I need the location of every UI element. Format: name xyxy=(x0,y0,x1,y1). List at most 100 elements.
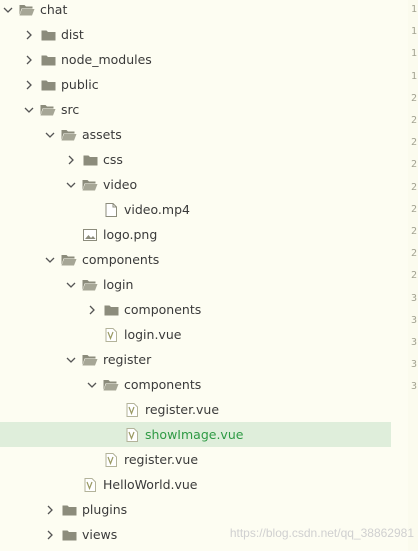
tree-item-label: register.vue xyxy=(124,452,199,467)
tree-item-register-components-register-vue[interactable]: register.vue xyxy=(0,397,391,422)
line-number: 1 xyxy=(411,26,418,38)
chevron-right-icon[interactable] xyxy=(45,505,55,515)
tree-item-showimage-vue[interactable]: showImage.vue xyxy=(0,422,391,447)
vue-file-icon xyxy=(124,427,140,442)
folder-icon xyxy=(103,303,119,317)
line-number: 1 xyxy=(411,4,418,15)
tree-item-label: video.mp4 xyxy=(124,202,190,217)
folder-open-icon xyxy=(82,353,98,367)
tree-item-components[interactable]: components xyxy=(0,247,391,272)
arrow-spacer xyxy=(66,480,76,490)
tree-item-register[interactable]: register xyxy=(0,347,391,372)
chevron-down-icon[interactable] xyxy=(87,380,97,390)
project-tree-panel: chat dist node_modulespublic src assets css vi… xyxy=(0,0,409,551)
tree-item-label: components xyxy=(82,252,160,267)
tree-item-label: src xyxy=(61,102,80,117)
vue-file-icon xyxy=(82,477,98,492)
tree-item-node-modules[interactable]: node_modules xyxy=(0,47,391,72)
file-icon xyxy=(103,202,119,217)
arrow-spacer xyxy=(108,430,118,440)
tree-item-register-vue[interactable]: register.vue xyxy=(0,447,391,472)
folder-icon xyxy=(40,78,56,92)
folder-icon xyxy=(61,503,77,517)
tree-item-label: logo.png xyxy=(103,227,158,242)
line-number: 1 xyxy=(411,70,418,82)
arrow-spacer xyxy=(87,205,97,215)
line-number: 3 xyxy=(411,292,418,304)
folder-icon xyxy=(61,528,77,542)
chevron-right-icon[interactable] xyxy=(24,30,34,40)
line-number: 2 xyxy=(411,270,418,282)
chevron-down-icon[interactable] xyxy=(45,255,55,265)
chevron-down-icon[interactable] xyxy=(66,355,76,365)
line-number: 3 xyxy=(411,381,418,393)
tree-item-label: components xyxy=(124,377,202,392)
tree-item-dist[interactable]: dist xyxy=(0,22,391,47)
image-file-icon xyxy=(82,228,98,242)
folder-open-icon xyxy=(61,253,77,267)
line-number: 2 xyxy=(411,248,418,260)
tree-item-label: public xyxy=(61,77,99,92)
chevron-right-icon[interactable] xyxy=(24,80,34,90)
tree-item-label: HelloWorld.vue xyxy=(103,477,198,492)
folder-open-icon xyxy=(82,178,98,192)
tree-item-label: video xyxy=(103,177,138,192)
line-number: 2 xyxy=(411,226,418,237)
line-number: 2 xyxy=(411,115,418,126)
chevron-right-icon[interactable] xyxy=(66,155,76,165)
folder-open-icon xyxy=(40,103,56,117)
tree-item-plugins[interactable]: plugins xyxy=(0,497,391,522)
folder-open-icon xyxy=(61,128,77,142)
folder-icon xyxy=(40,53,56,67)
tree-item-label: showImage.vue xyxy=(145,427,244,442)
tree-item-login-components[interactable]: components xyxy=(0,297,391,322)
tree-item-public[interactable]: public xyxy=(0,72,391,97)
tree-item-label: login.vue xyxy=(124,327,182,342)
tree-item-logo-png[interactable]: logo.png xyxy=(0,222,391,247)
tree-item-label: views xyxy=(82,527,118,542)
tree-item-chat[interactable]: chat xyxy=(0,0,391,22)
tree-item-label: register xyxy=(103,352,152,367)
tree-item-assets[interactable]: assets xyxy=(0,122,391,147)
tree-item-css[interactable]: css xyxy=(0,147,391,172)
arrow-spacer xyxy=(66,230,76,240)
tree-item-label: assets xyxy=(82,127,122,142)
tree-item-register-components[interactable]: components xyxy=(0,372,391,397)
tree-item-video-mp4[interactable]: video.mp4 xyxy=(0,197,391,222)
chevron-right-icon[interactable] xyxy=(45,530,55,540)
chevron-down-icon[interactable] xyxy=(24,105,34,115)
tree-item-login-vue[interactable]: login.vue xyxy=(0,322,391,347)
tree-item-video[interactable]: video xyxy=(0,172,391,197)
line-number: 3 xyxy=(411,337,418,348)
tree-item-label: components xyxy=(124,302,202,317)
chevron-right-icon[interactable] xyxy=(87,305,97,315)
chevron-down-icon[interactable] xyxy=(66,280,76,290)
folder-icon xyxy=(82,153,98,167)
line-number: 2 xyxy=(411,137,418,149)
tree-item-label: login xyxy=(103,277,134,292)
arrow-spacer xyxy=(87,330,97,340)
watermark: https://blog.csdn.net/qq_38862981 xyxy=(229,526,414,540)
line-number-gutter: 1 1 1 1 2 2 2 2 2 2 2 2 2 3 3 3 3 3 xyxy=(408,0,418,551)
line-number: 2 xyxy=(411,203,418,215)
vue-file-icon xyxy=(103,452,119,467)
arrow-spacer xyxy=(108,405,118,415)
tree-item-label: register.vue xyxy=(145,402,220,417)
tree-item-label: plugins xyxy=(82,502,128,517)
tree-item-helloworld-vue[interactable]: HelloWorld.vue xyxy=(0,472,391,497)
chevron-down-icon[interactable] xyxy=(3,5,13,15)
tree-item-label: chat xyxy=(40,2,68,17)
tree-item-login[interactable]: login xyxy=(0,272,391,297)
vue-file-icon xyxy=(124,402,140,417)
tree-item-label: node_modules xyxy=(61,52,152,67)
folder-open-icon xyxy=(19,3,35,17)
chevron-down-icon[interactable] xyxy=(66,180,76,190)
line-number: 3 xyxy=(411,359,418,371)
line-number: 2 xyxy=(411,92,418,104)
chevron-right-icon[interactable] xyxy=(24,55,34,65)
line-number: 2 xyxy=(411,159,418,171)
chevron-down-icon[interactable] xyxy=(45,130,55,140)
tree-item-src[interactable]: src xyxy=(0,97,391,122)
tree-item-label: css xyxy=(103,152,123,167)
line-number: 2 xyxy=(411,181,418,193)
